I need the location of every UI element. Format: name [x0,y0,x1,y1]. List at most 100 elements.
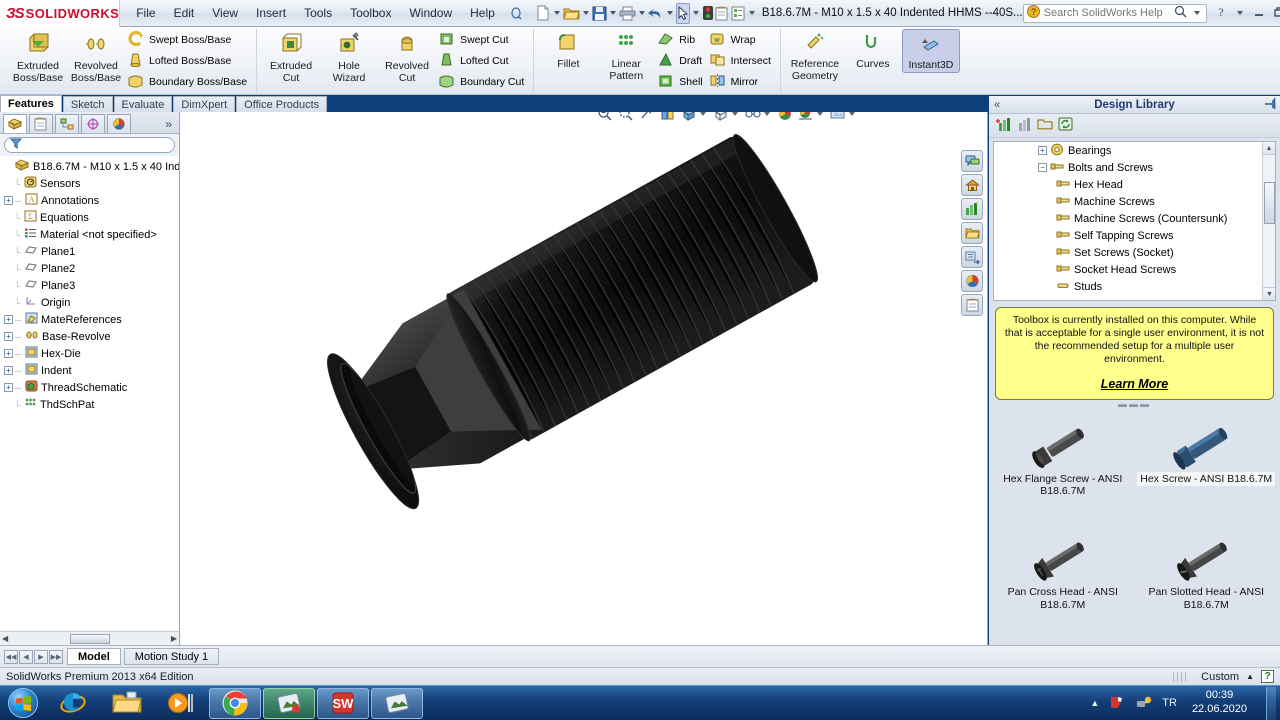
undo-caret-icon[interactable] [666,11,673,15]
fillet-button[interactable]: Fillet [539,29,597,71]
dl-item-socket-head-screws[interactable]: Socket Head Screws [994,261,1275,278]
network-icon[interactable] [1135,694,1153,713]
design-library-tree[interactable]: + Bearings − Bolts and Screws Hex Head M… [993,141,1276,301]
chevron-left-icon[interactable]: « [994,99,1000,111]
instant3d-button[interactable]: Instant3D [901,29,960,73]
search-icon[interactable] [1174,5,1187,21]
taskbar-file-explorer[interactable] [101,688,153,719]
nav-first-button[interactable]: ◀◀ [4,649,18,664]
nav-next-button[interactable]: ▶ [34,649,48,664]
dl-item-machine-screws[interactable]: Machine Screws [994,193,1275,210]
open-folder-icon[interactable] [563,3,580,24]
learn-more-link[interactable]: Learn More [1101,377,1168,391]
feature-tree-tab[interactable] [3,114,27,133]
print-caret-icon[interactable] [638,11,645,15]
select-arrow-icon[interactable] [675,2,690,24]
save-caret-icon[interactable] [609,11,616,15]
configuration-manager-tab[interactable] [55,114,79,133]
tree-item-matereferences[interactable]: + ─ MateReferences [0,311,179,328]
status-help-badge[interactable]: ? [1261,670,1274,683]
menu-tools[interactable]: Tools [296,3,340,23]
boundary-cut-button[interactable]: Boundary Cut [436,72,528,92]
dl-item-hex-head[interactable]: Hex Head [994,176,1275,193]
help-caret-icon[interactable] [1236,11,1243,15]
appearances-icon[interactable] [961,270,983,292]
select-caret-icon[interactable] [692,11,699,15]
curves-button[interactable]: Curves [844,29,902,71]
windows-start-orb[interactable] [0,687,46,720]
taskbar-google-chrome[interactable] [209,687,261,719]
dl-item-studs[interactable]: Studs [994,278,1275,295]
tree-item-sensors[interactable]: └ Sensors [0,175,179,192]
tree-item-plane3[interactable]: └ Plane3 [0,277,179,294]
swept-boss-base-button[interactable]: Swept Boss/Base [125,30,251,50]
hole-wizard-button[interactable]: Hole Wizard [320,29,378,84]
menu-insert[interactable]: Insert [248,3,294,23]
pin-menu-icon[interactable] [505,3,527,24]
show-hidden-icons-arrow[interactable]: ▲ [1090,698,1099,708]
collapse-bolts-icon[interactable]: − [1038,163,1047,172]
help-search-caret-icon[interactable] [1193,11,1200,15]
tab-sketch[interactable]: Sketch [62,96,113,112]
expand-annotations-icon[interactable]: + [4,196,13,205]
taskbar-photo-app[interactable] [263,687,315,719]
rebuild-icon[interactable] [702,3,714,24]
shell-button[interactable]: Shell [655,72,706,92]
file-properties-icon[interactable] [730,3,746,24]
mirror-button[interactable]: Mirror [707,72,775,92]
comment-icon[interactable] [961,150,983,172]
feature-manager-more-button[interactable]: » [165,117,176,131]
menu-toolbox[interactable]: Toolbox [342,3,399,23]
language-indicator[interactable]: TR [1162,697,1177,709]
menu-file[interactable]: File [128,3,163,23]
tree-item-indent[interactable]: + ─ Indent [0,362,179,379]
dl-item-bearings[interactable]: + Bearings [994,142,1275,159]
add-to-library-icon[interactable] [995,117,1012,135]
expand-base-revolve-icon[interactable]: + [4,332,13,341]
print-icon[interactable] [619,3,636,24]
minimize-button[interactable] [1252,6,1266,21]
dl-item-bolts-and-screws[interactable]: − Bolts and Screws [994,159,1275,176]
tab-evaluate[interactable]: Evaluate [113,96,173,112]
dl-scrollbar-thumb[interactable] [1264,182,1275,224]
tree-root-node[interactable]: B18.6.7M - M10 x 1.5 x 40 Indent [0,158,179,175]
taskbar-clock[interactable]: 00:39 22.06.2020 [1186,689,1253,717]
help-search-box[interactable]: ? [1022,3,1207,23]
library-item-pan-cross-head[interactable]: Pan Cross Head - ANSI B18.6.7M [991,527,1135,641]
library-item-pan-slotted-head[interactable]: Pan Slotted Head - ANSI B18.6.7M [1135,527,1279,641]
tab-features[interactable]: Features [0,95,62,112]
options-icon[interactable] [714,3,730,24]
nav-last-button[interactable]: ▶▶ [49,649,63,664]
menu-edit[interactable]: Edit [166,3,203,23]
menu-window[interactable]: Window [401,3,460,23]
refresh-icon[interactable] [1058,117,1073,134]
create-folder-icon[interactable] [1037,117,1054,134]
custom-properties-icon[interactable] [961,294,983,316]
restore-button[interactable] [1272,6,1280,21]
view-palette-icon[interactable] [961,246,983,268]
library-item-hex-screw[interactable]: Hex Screw - ANSI B18.6.7M [1135,414,1279,528]
dl-item-self-tapping-screws[interactable]: Self Tapping Screws [994,227,1275,244]
dl-scroll-down-icon[interactable]: ▼ [1263,287,1275,300]
doc-tab-model[interactable]: Model [67,648,121,665]
extruded-cut-button[interactable]: Extruded Cut [262,29,320,84]
feature-tree-horizontal-scrollbar[interactable]: ◀ ▶ [0,631,179,645]
undo-icon[interactable] [647,3,664,24]
intersect-button[interactable]: Intersect [707,51,775,71]
home-view-icon[interactable] [961,174,983,196]
design-library-scrollbar[interactable]: ▲ ▼ [1262,142,1275,300]
library-item-hex-flange-screw[interactable]: Hex Flange Screw - ANSI B18.6.7M [991,414,1135,528]
expand-matereferences-icon[interactable]: + [4,315,13,324]
draft-button[interactable]: Draft [655,51,706,71]
start-button-icon[interactable] [8,688,38,718]
graphics-viewport[interactable]: x y z [180,112,988,645]
show-desktop-button[interactable] [1266,686,1276,720]
help-about-icon[interactable]: ? [1215,5,1228,21]
tab-office-products[interactable]: Office Products [236,96,328,112]
panel-splitter-grip[interactable]: ▬▬▬ [989,399,1280,410]
file-explorer-icon[interactable] [961,222,983,244]
boundary-boss-base-button[interactable]: Boundary Boss/Base [125,72,251,92]
tree-item-origin[interactable]: └ Origin [0,294,179,311]
tab-dimxpert[interactable]: DimXpert [173,96,236,112]
lofted-boss-base-button[interactable]: Lofted Boss/Base [125,51,251,71]
